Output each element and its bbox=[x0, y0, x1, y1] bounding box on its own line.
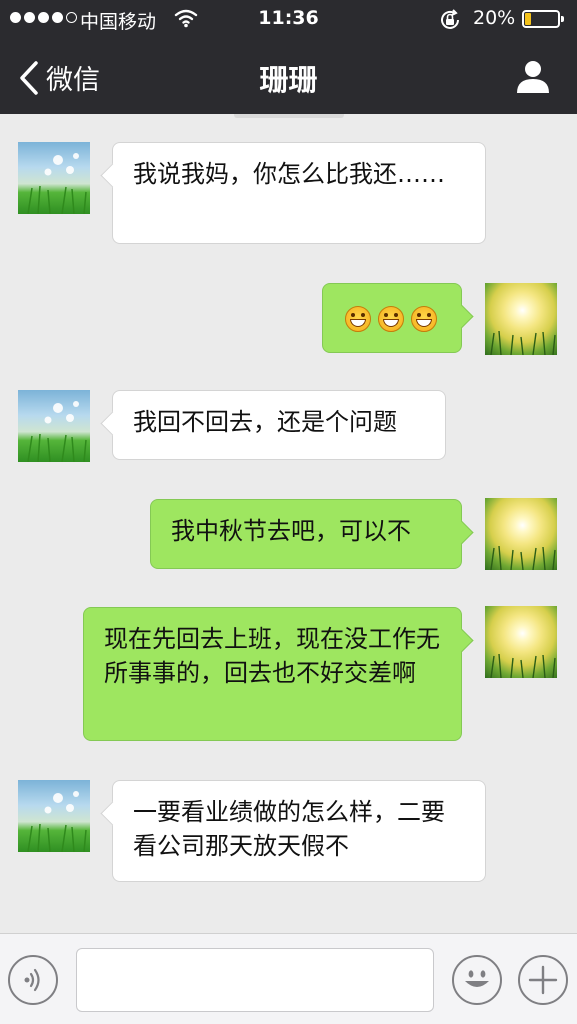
message-text: 一要看业绩做的怎么样，二要看公司那天放天假不 bbox=[133, 798, 445, 860]
voice-button[interactable] bbox=[8, 955, 58, 1005]
grin-emoji-icon bbox=[411, 306, 437, 332]
battery-percent: 20% bbox=[473, 7, 516, 29]
contact-avatar[interactable] bbox=[18, 390, 90, 462]
plus-icon bbox=[528, 965, 558, 995]
smiley-icon bbox=[465, 970, 489, 987]
input-bar bbox=[0, 933, 577, 1024]
my-avatar[interactable] bbox=[485, 498, 557, 570]
message-text: 我回不回去，还是个问题 bbox=[133, 408, 397, 436]
person-icon[interactable] bbox=[515, 58, 551, 94]
rotation-lock-icon bbox=[438, 8, 462, 37]
my-avatar[interactable] bbox=[485, 283, 557, 355]
more-button[interactable] bbox=[518, 955, 568, 1005]
nav-bar: 微信 珊珊 bbox=[0, 40, 577, 114]
chat-title: 珊珊 bbox=[259, 63, 318, 97]
message-text: 我中秋节去吧，可以不 bbox=[171, 517, 411, 545]
message-text: 我说我妈，你怎么比我还…… bbox=[133, 160, 445, 188]
message-bubble-received[interactable]: 一要看业绩做的怎么样，二要看公司那天放天假不 bbox=[112, 780, 486, 882]
grin-emoji-icon bbox=[378, 306, 404, 332]
voice-icon bbox=[24, 968, 40, 992]
message-bubble-sent[interactable]: 我中秋节去吧，可以不 bbox=[150, 499, 462, 569]
status-bar: 中国移动 11:36 20% bbox=[0, 0, 577, 40]
message-bubble-sent[interactable] bbox=[322, 283, 462, 353]
message-bubble-received[interactable]: 我回不回去，还是个问题 bbox=[112, 390, 446, 460]
message-text: 现在先回去上班，现在没工作无所事事的，回去也不好交差啊 bbox=[104, 625, 440, 687]
battery-icon bbox=[522, 10, 564, 28]
message-bubble-sent[interactable]: 现在先回去上班，现在没工作无所事事的，回去也不好交差啊 bbox=[83, 607, 462, 741]
contact-avatar[interactable] bbox=[18, 142, 90, 214]
my-avatar[interactable] bbox=[485, 606, 557, 678]
message-input[interactable] bbox=[76, 948, 434, 1012]
grin-emoji-icon bbox=[345, 306, 371, 332]
message-bubble-received[interactable]: 我说我妈，你怎么比我还…… bbox=[112, 142, 486, 244]
emoji-button[interactable] bbox=[452, 955, 502, 1005]
contact-avatar[interactable] bbox=[18, 780, 90, 852]
message-list[interactable]: 我说我妈，你怎么比我还…… 我回不回去，还是个问题 我中秋节去吧，可以不 现在先… bbox=[0, 118, 577, 933]
